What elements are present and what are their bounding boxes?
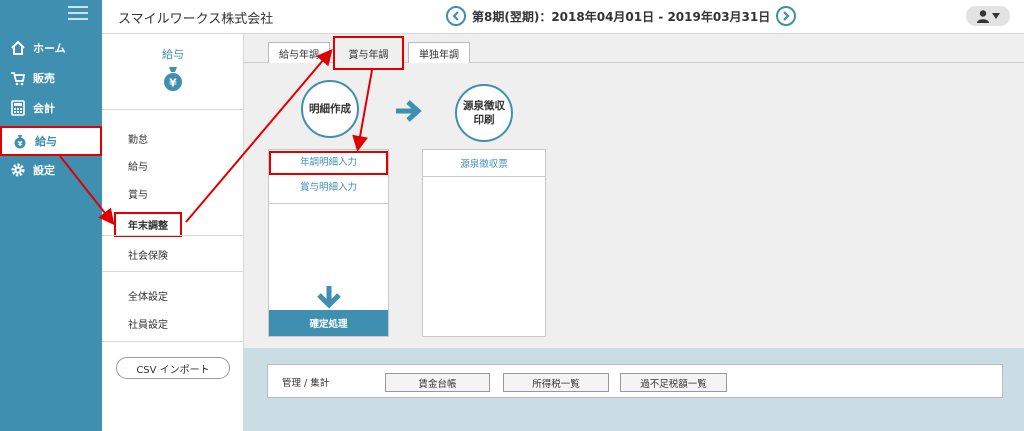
submenu-item-salary[interactable]: 給与 [128,158,148,173]
top-header: スマイルワークス株式会社 第8期(翌期)：2018年04月01日 - 2019年… [102,0,1024,34]
confirm-button[interactable]: 確定処理 [269,310,388,336]
home-icon [9,39,27,57]
sidebar-item-sales[interactable]: 販売 [0,64,102,92]
money-bag-icon: ¥ [161,66,185,92]
sidebar-item-label: 設定 [33,164,55,177]
management-panel: 管理 / 集計 賃金台帳 所得税一覧 過不足税額一覧 [267,364,1003,398]
sidebar-item-label: ホーム [33,42,66,55]
income-tax-list-button[interactable]: 所得税一覧 [503,373,609,392]
submenu-title: 給与 [162,48,184,61]
money-bag-icon: ¥ [11,132,29,150]
bonus-details-input-link[interactable]: 賞与明細入力 [269,180,388,200]
withholding-slip-link[interactable]: 源泉徴収票 [423,156,545,172]
payroll-submenu: 給与 ¥ 勤怠 給与 賞与 年末調整 社会保険 全体設定 社員設定 CSV イン… [102,34,244,431]
user-menu-button[interactable] [966,6,1010,26]
submenu-item-year-end[interactable]: 年末調整 [114,212,182,237]
arrow-right-icon [394,100,422,122]
sidebar-item-home[interactable]: ホーム [0,34,102,62]
bottom-area: 管理 / 集計 賃金台帳 所得税一覧 過不足税額一覧 [244,348,1024,431]
svg-text:¥: ¥ [18,140,23,148]
sidebar-item-label: 給与 [35,135,57,148]
withholding-print-panel: 源泉徴収票 [422,149,546,337]
tab-bonus-year-end[interactable]: 賞与年調 [333,36,404,70]
cart-icon [9,69,27,87]
management-label: 管理 / 集計 [282,378,330,389]
arrow-down-icon [316,285,342,309]
tax-difference-list-button[interactable]: 過不足税額一覧 [620,373,727,392]
main-sidebar: ホーム 販売 会計 ¥ 給与 設定 [0,0,102,431]
main-content: 給与年調 賞与年調 単独年調 明細作成 源泉徴収 印刷 年調明細入力 賞与明細入… [244,34,1024,348]
step-create-details: 明細作成 [301,80,359,138]
step-print-line1: 源泉徴収 [463,100,505,112]
wage-ledger-button[interactable]: 賃金台帳 [385,373,490,392]
year-end-details-input-link[interactable]: 年調明細入力 [269,151,388,175]
tab-standalone-year-end[interactable]: 単独年調 [408,42,470,63]
submenu-item-social-insurance[interactable]: 社会保険 [128,247,168,262]
company-name: スマイルワークス株式会社 [118,12,274,27]
step-print-line2: 印刷 [473,114,495,126]
sidebar-item-accounting[interactable]: 会計 [0,94,102,122]
user-icon [977,10,989,23]
prev-period-button[interactable] [446,6,466,26]
period-text: 第8期(翌期)：2018年04月01日 - 2019年03月31日 [472,9,771,24]
submenu-item-bonus[interactable]: 賞与 [128,186,148,201]
chevron-left-icon [452,11,459,21]
sidebar-item-label: 会計 [33,102,55,115]
caret-down-icon [992,13,1000,19]
chevron-right-icon [783,11,790,21]
svg-text:¥: ¥ [169,77,177,90]
details-input-panel: 年調明細入力 賞与明細入力 確定処理 [268,149,389,337]
sidebar-item-payroll[interactable]: ¥ 給与 [0,126,102,156]
calculator-icon [9,99,27,117]
tab-salary-year-end[interactable]: 給与年調 [268,42,330,63]
submenu-item-employee-settings[interactable]: 社員設定 [128,316,168,331]
sidebar-item-settings[interactable]: 設定 [0,156,102,184]
sidebar-item-label: 販売 [33,72,55,85]
period-selector: 第8期(翌期)：2018年04月01日 - 2019年03月31日 [446,6,797,26]
step-print-withholding: 源泉徴収 印刷 [455,84,513,142]
csv-import-button[interactable]: CSV インポート [116,357,230,379]
hamburger-menu-icon[interactable] [68,6,88,20]
submenu-item-attendance[interactable]: 勤怠 [128,131,148,146]
next-period-button[interactable] [776,6,797,26]
submenu-item-general-settings[interactable]: 全体設定 [128,288,168,303]
gear-icon [9,161,27,179]
